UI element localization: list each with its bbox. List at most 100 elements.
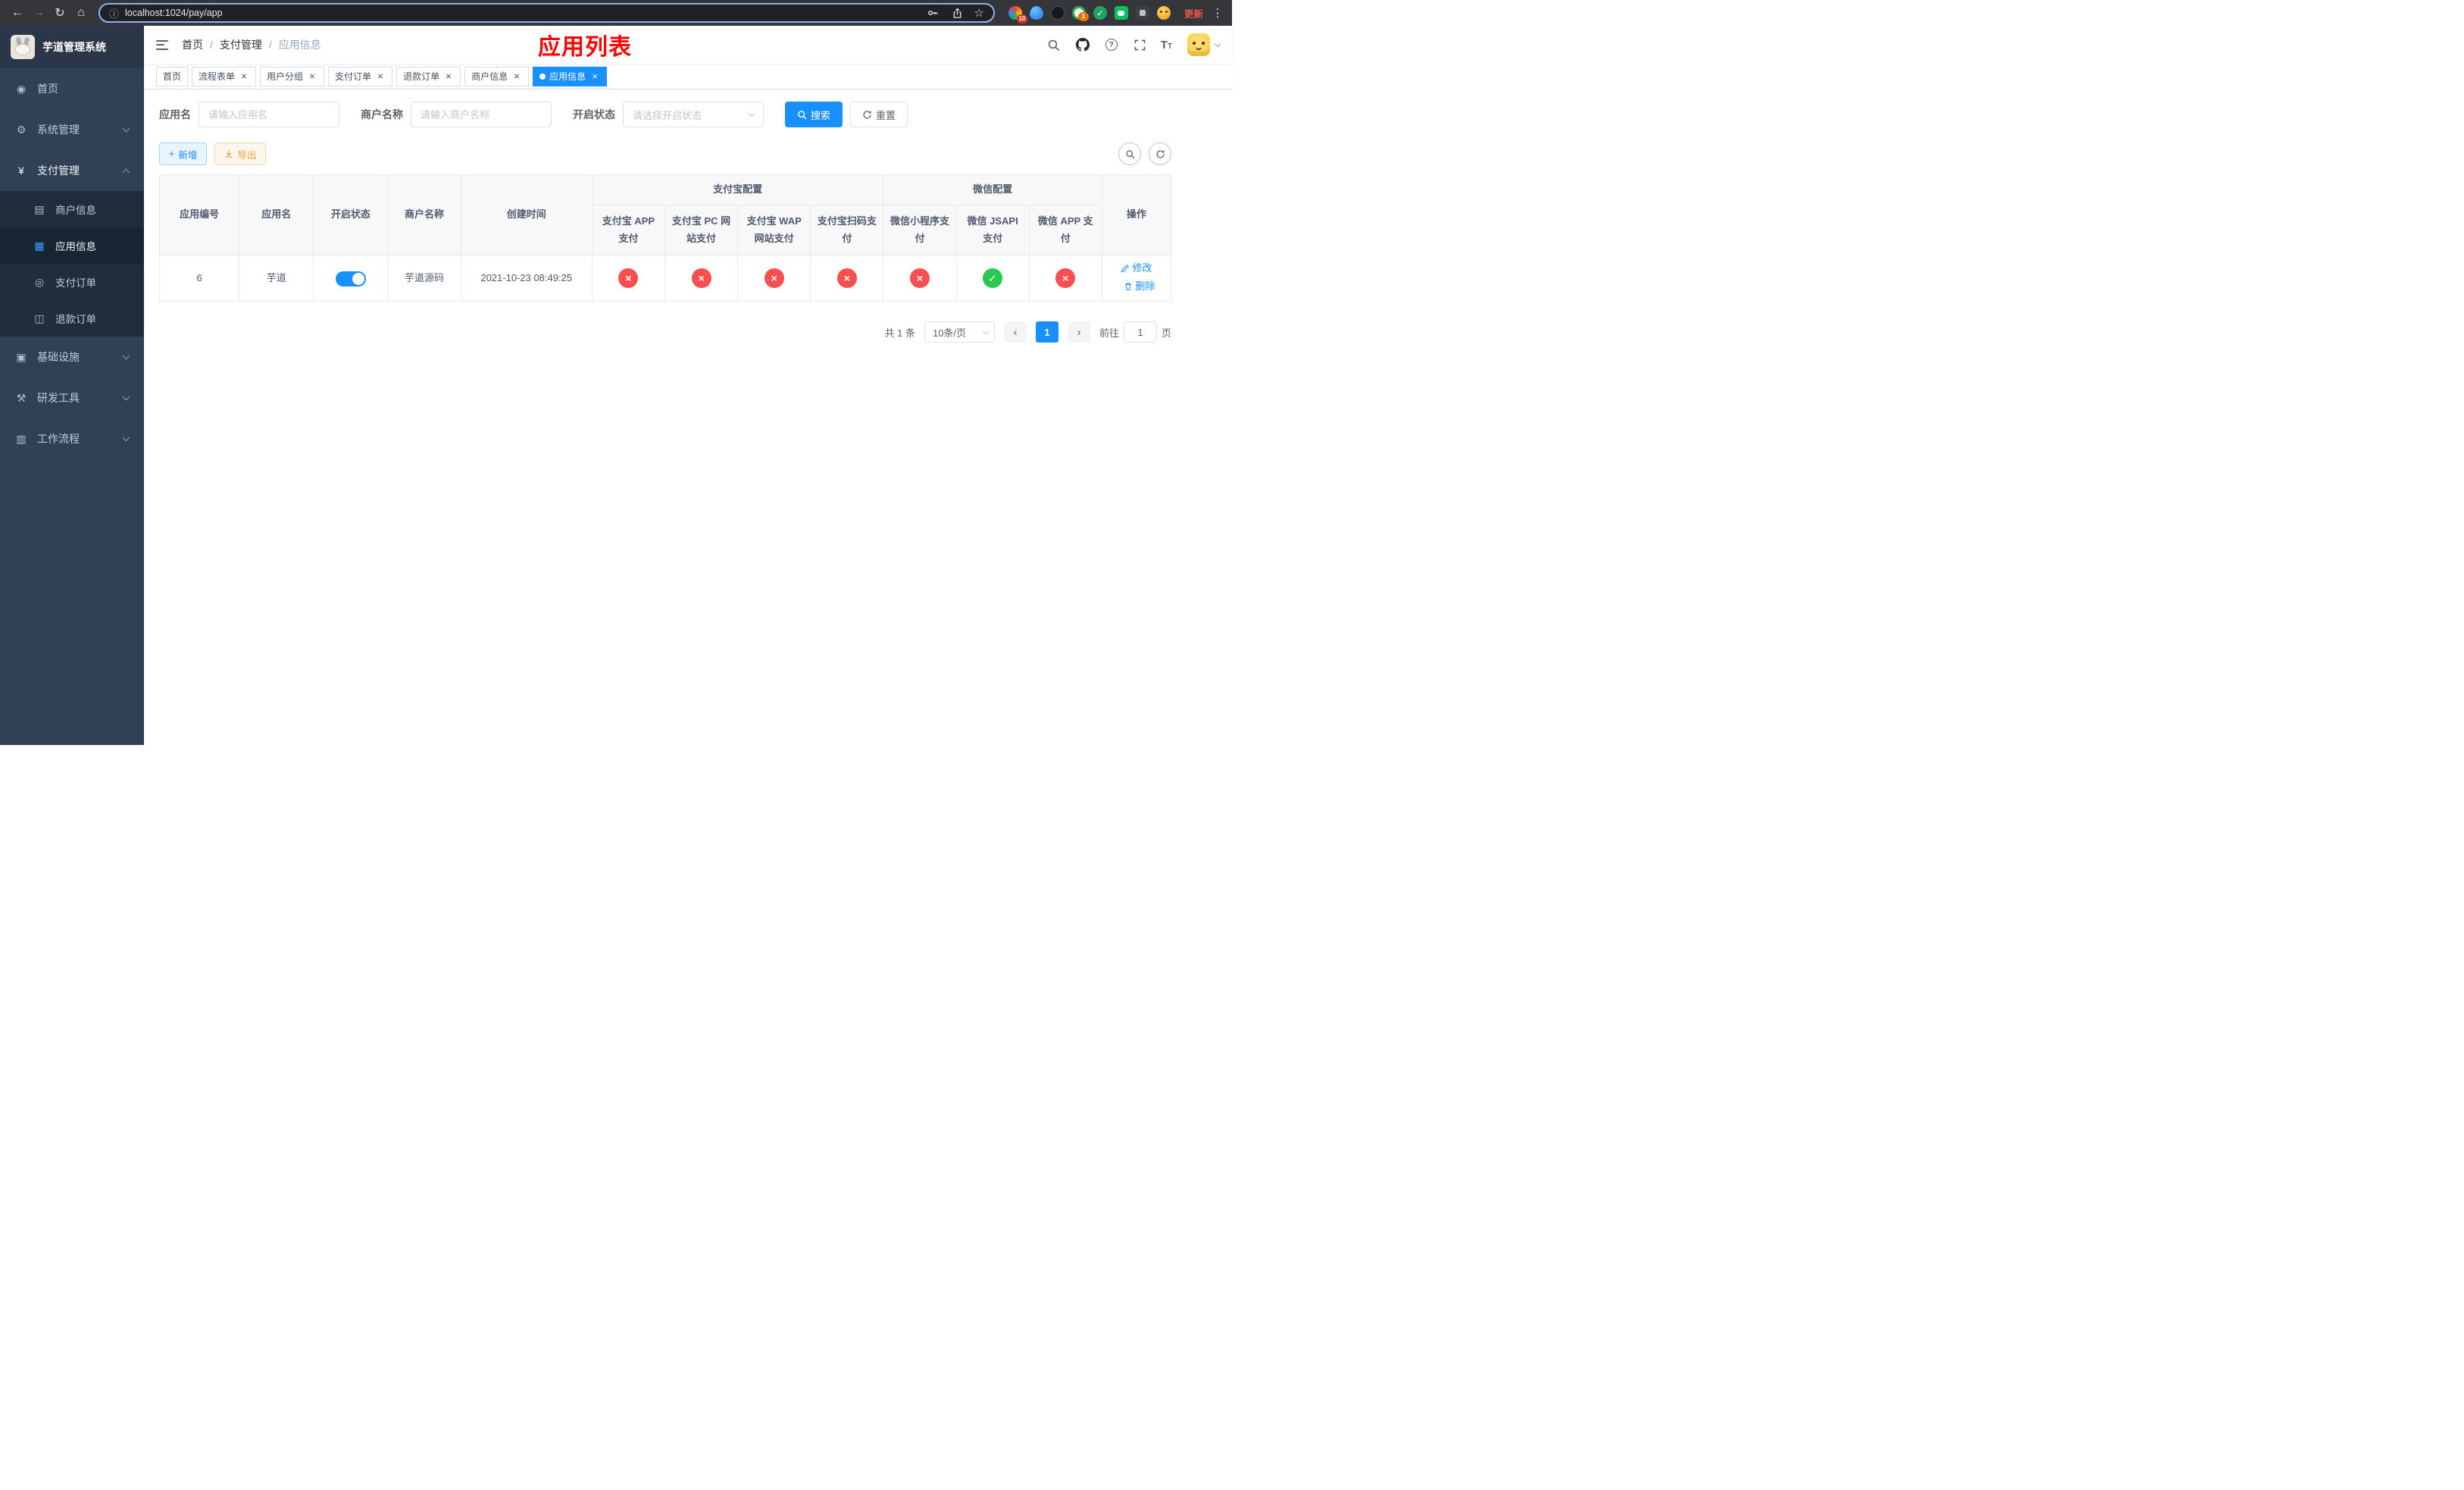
tab-user-group[interactable]: 用户分组 × — [260, 66, 325, 86]
sidebar-item-payment-management[interactable]: ¥ 支付管理 — [0, 150, 144, 191]
breadcrumb: 首页 / 支付管理 / 应用信息 — [182, 37, 321, 52]
extension-colorful-icon[interactable]: 10 — [1008, 6, 1027, 23]
yen-icon: ¥ — [18, 164, 24, 177]
font-size-icon[interactable]: TT — [1161, 39, 1172, 52]
extension-green-ring-icon[interactable]: 1 — [1071, 6, 1089, 21]
close-icon[interactable]: × — [239, 71, 249, 82]
app-grid-icon: ▦ — [34, 239, 45, 252]
password-key-icon[interactable] — [924, 5, 941, 21]
extensions-puzzle-icon[interactable] — [1135, 6, 1149, 20]
sidebar-menu: ◉ 首页 ⚙ 系统管理 ¥ 支付管理 ▤ 商户信息 ▦ 应用信息 ◎ 支付订单 … — [0, 68, 144, 459]
sidebar-item-workflow[interactable]: ▥ 工作流程 — [0, 418, 144, 459]
user-avatar[interactable] — [1187, 33, 1221, 56]
extension-check-circle-icon[interactable]: ✓ — [1093, 6, 1107, 20]
export-button[interactable]: 导出 — [214, 142, 267, 165]
extension-dark-circle-icon[interactable] — [1050, 6, 1065, 20]
tab-pay-orders[interactable]: 支付订单 × — [328, 66, 393, 86]
bookmark-star-icon[interactable]: ☆ — [974, 8, 984, 19]
tab-process-form[interactable]: 流程表单 × — [192, 66, 257, 86]
fullscreen-icon[interactable] — [1132, 36, 1149, 53]
tab-refund-orders[interactable]: 退款订单 × — [396, 66, 461, 86]
sidebar-item-pay-orders[interactable]: ◎ 支付订单 — [0, 264, 144, 300]
app-title: 芋道管理系统 — [42, 41, 106, 53]
github-icon[interactable] — [1074, 36, 1091, 53]
breadcrumb-home[interactable]: 首页 — [182, 37, 203, 52]
download-icon — [225, 150, 233, 158]
goto-page-input[interactable] — [1123, 321, 1157, 343]
tab-home[interactable]: 首页 — [156, 66, 189, 86]
search-icon — [798, 110, 807, 119]
browser-home-button[interactable]: ⌂ — [71, 3, 91, 23]
pay-order-icon: ◎ — [34, 275, 45, 288]
edit-button[interactable]: 修改 — [1121, 260, 1152, 277]
alipay-pc-status-icon: × — [691, 268, 711, 289]
col-header-wx-lite: 微信小程序支付 — [883, 205, 957, 255]
payment-submenu: ▤ 商户信息 ▦ 应用信息 ◎ 支付订单 ◫ 退款订单 — [0, 191, 144, 337]
browser-update-button[interactable]: 更新 — [1178, 4, 1209, 23]
extension-face-icon[interactable] — [1156, 6, 1171, 20]
chevron-down-icon — [122, 352, 130, 359]
merchant-name-input[interactable] — [411, 102, 552, 127]
search-button[interactable]: 搜索 — [785, 102, 843, 127]
cell-merchant: 芋道源码 — [387, 254, 461, 302]
cell-status — [313, 254, 389, 302]
table-toolbar: + 新增 导出 — [159, 142, 1171, 165]
page-size-select[interactable]: 10条/页 — [924, 321, 995, 343]
extension-badge: 10 — [1016, 14, 1027, 23]
tab-app-info[interactable]: 应用信息 × — [533, 66, 608, 86]
browser-menu-icon[interactable]: ⋮ — [1211, 6, 1224, 20]
delete-label: 删除 — [1135, 280, 1155, 293]
app-name-input[interactable] — [199, 102, 339, 127]
browser-back-button[interactable]: ← — [8, 3, 27, 23]
page-number-button[interactable]: 1 — [1035, 321, 1058, 343]
help-icon[interactable]: ? — [1103, 36, 1120, 53]
next-page-button[interactable]: › — [1067, 321, 1090, 343]
applications-table: 应用编号 应用名 开启状态 商户名称 创建时间 支付宝配置 微信配置 操作 支付… — [158, 174, 1172, 302]
status-select[interactable]: 请选择开启状态 — [623, 102, 764, 127]
tab-merchant-info[interactable]: 商户信息 × — [464, 66, 530, 86]
sidebar-item-infrastructure[interactable]: ▣ 基础设施 — [0, 337, 144, 377]
close-icon[interactable]: × — [443, 71, 454, 82]
add-button[interactable]: + 新增 — [159, 142, 208, 165]
site-info-icon[interactable]: ⓘ — [109, 6, 119, 20]
browser-forward-button[interactable]: → — [29, 3, 48, 23]
col-header-alipay-wap: 支付宝 WAP 网站支付 — [737, 205, 811, 255]
delete-button[interactable]: 删除 — [1124, 278, 1155, 295]
sidebar-toggle-icon[interactable] — [144, 26, 182, 64]
share-icon[interactable] — [949, 5, 966, 21]
search-icon[interactable] — [1046, 36, 1062, 53]
workflow-icon: ▥ — [16, 432, 27, 445]
app-logo[interactable]: 芋道管理系统 — [0, 26, 144, 68]
reset-button-label: 重置 — [876, 109, 896, 121]
close-icon[interactable]: × — [511, 71, 522, 82]
close-icon[interactable]: × — [589, 71, 600, 82]
sidebar-item-system-management[interactable]: ⚙ 系统管理 — [0, 109, 144, 150]
prev-page-button[interactable]: ‹ — [1003, 321, 1027, 343]
sidebar-item-app-info[interactable]: ▦ 应用信息 — [0, 227, 144, 264]
address-bar[interactable]: ⓘ localhost:1024/pay/app ☆ — [98, 3, 995, 23]
sidebar-item-merchant-info[interactable]: ▤ 商户信息 — [0, 191, 144, 227]
wx-jsapi-status-icon: ✓ — [983, 268, 1003, 289]
extension-drop-icon[interactable] — [1029, 6, 1043, 20]
refresh-table-button[interactable] — [1149, 142, 1171, 165]
extension-chat-icon[interactable] — [1114, 6, 1128, 20]
sidebar-item-devtools[interactable]: ⚒ 研发工具 — [0, 377, 144, 418]
sidebar-item-refund-orders[interactable]: ◫ 退款订单 — [0, 300, 144, 337]
tab-label: 首页 — [163, 71, 182, 82]
browser-reload-button[interactable]: ↻ — [50, 3, 70, 23]
status-toggle[interactable] — [335, 271, 366, 286]
cell-app-name: 芋道 — [239, 254, 314, 302]
close-icon[interactable]: × — [375, 71, 386, 82]
alipay-app-status-icon: × — [618, 268, 639, 289]
navbar-actions: ? TT — [1046, 33, 1221, 56]
sidebar-item-home[interactable]: ◉ 首页 — [0, 68, 144, 109]
table-row: 6 芋道 芋道源码 2021-10-23 08:49:25 × × × × × … — [158, 254, 1172, 302]
page-title: 应用列表 — [538, 35, 632, 60]
toggle-search-button[interactable] — [1118, 142, 1141, 165]
gear-icon: ⚙ — [16, 123, 27, 136]
tab-label: 用户分组 — [267, 71, 304, 82]
reset-button[interactable]: 重置 — [850, 102, 908, 127]
close-icon[interactable]: × — [307, 71, 317, 82]
chevron-down-icon — [122, 124, 130, 132]
breadcrumb-payment[interactable]: 支付管理 — [220, 37, 262, 52]
